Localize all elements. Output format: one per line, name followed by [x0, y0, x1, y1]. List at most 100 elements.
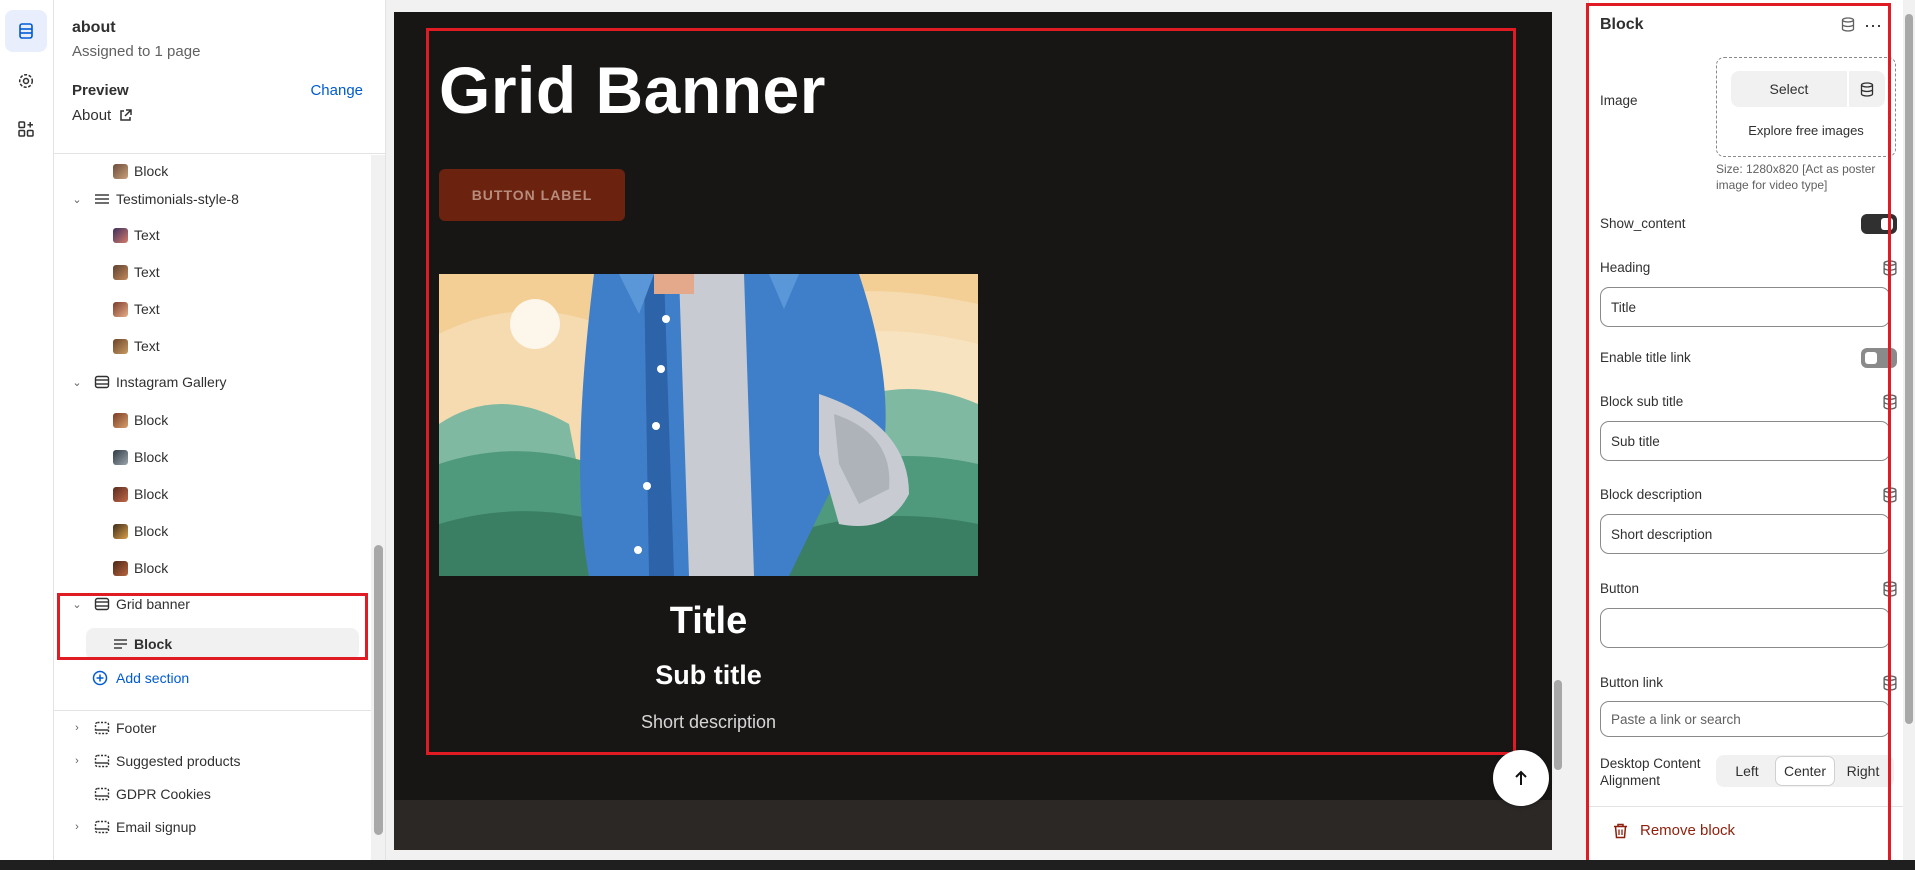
sidebar-scroll-thumb[interactable]: [374, 545, 383, 835]
sections-sidebar: about Assigned to 1 page Preview Change …: [54, 0, 386, 860]
button-link-label: Button link: [1600, 675, 1664, 690]
preview-scrollbar[interactable]: [1552, 12, 1564, 850]
store-preview-frame: Grid Banner BUTTON LABEL Title Sub title…: [394, 12, 1558, 850]
chevron-down-icon[interactable]: ⌄: [70, 375, 84, 389]
tree-item-text[interactable]: Text: [54, 256, 371, 288]
banner-illustration: [439, 274, 978, 576]
chevron-down-icon[interactable]: ⌄: [70, 192, 84, 206]
chevron-down-icon[interactable]: ⌄: [70, 597, 84, 611]
button-label: Button: [1600, 581, 1640, 596]
alignment-segmented-control: Left Center Right: [1716, 755, 1894, 787]
panel-scroll-thumb[interactable]: [1905, 14, 1913, 724]
section-icon: [94, 191, 110, 207]
more-options-icon[interactable]: ⋯: [1864, 16, 1883, 37]
preview-page-link[interactable]: About: [72, 107, 385, 124]
apps-icon: [18, 121, 34, 137]
align-left-option[interactable]: Left: [1718, 757, 1776, 785]
tree-item-block[interactable]: Block: [54, 552, 371, 584]
assigned-pages: Assigned to 1 page: [72, 43, 201, 60]
tree-section-suggested-products[interactable]: › Suggested products: [54, 745, 371, 777]
card-title: Title: [669, 600, 748, 642]
heading-label: Heading: [1600, 260, 1651, 275]
database-icon[interactable]: [1882, 394, 1898, 410]
preview-canvas: Grid Banner BUTTON LABEL Title Sub title…: [386, 0, 1578, 860]
section-icon: [94, 720, 110, 736]
heading-input[interactable]: Title: [1600, 287, 1890, 327]
show-content-label: Show_content: [1600, 216, 1686, 231]
block-thumbnail: [112, 449, 128, 465]
enable-title-link-toggle[interactable]: [1861, 348, 1897, 368]
tree-section-instagram-gallery[interactable]: ⌄ Instagram Gallery: [54, 366, 371, 398]
text-block-icon: [112, 636, 128, 652]
trash-icon: [1614, 823, 1627, 838]
database-icon[interactable]: [1882, 675, 1898, 691]
block-thumbnail: [112, 523, 128, 539]
icon-rail: [0, 0, 54, 860]
illustration-image: [439, 274, 978, 576]
image-picker: Select Explore free images: [1716, 57, 1896, 157]
banner-button[interactable]: BUTTON LABEL: [439, 169, 625, 221]
scroll-to-top-button[interactable]: [1493, 750, 1549, 806]
change-preview-link[interactable]: Change: [310, 82, 363, 99]
add-section-button[interactable]: Add section: [54, 662, 371, 694]
tree-item-block[interactable]: Block: [54, 404, 371, 436]
section-tree: Block ⌄ Testimonials-style-8 Text Text T…: [54, 155, 371, 695]
text-thumbnail: [112, 301, 128, 317]
tree-item-text[interactable]: Text: [54, 219, 371, 251]
remove-block-button[interactable]: Remove block: [1613, 822, 1735, 839]
card-subtitle: Sub title: [655, 660, 762, 690]
database-icon[interactable]: [1882, 487, 1898, 503]
image-label: Image: [1600, 93, 1638, 108]
tree-item-text[interactable]: Text: [54, 330, 371, 362]
section-icon: [94, 786, 110, 802]
align-center-option[interactable]: Center: [1776, 757, 1834, 785]
panel-divider: [1589, 806, 1915, 807]
sidebar-scrollbar[interactable]: [371, 155, 385, 860]
tree-section-email-signup[interactable]: › Email signup: [54, 811, 371, 843]
section-icon: [94, 374, 110, 390]
tree-section-gdpr-cookies[interactable]: GDPR Cookies: [54, 778, 371, 810]
tree-item-block[interactable]: Block: [54, 515, 371, 547]
card-description: Short description: [640, 712, 777, 732]
chevron-right-icon[interactable]: ›: [70, 820, 84, 834]
section-icon: [94, 819, 110, 835]
chevron-right-icon[interactable]: ›: [70, 754, 84, 768]
os-taskbar-strip: [0, 860, 1915, 870]
block-thumbnail: [112, 163, 128, 179]
preview-page-name: About: [72, 107, 112, 124]
align-right-option[interactable]: Right: [1834, 757, 1892, 785]
sections-rail-button[interactable]: [5, 10, 47, 52]
tree-item-block-selected[interactable]: Block: [86, 628, 359, 660]
database-icon[interactable]: [1841, 17, 1855, 32]
theme-editor: about Assigned to 1 page Preview Change …: [0, 0, 1915, 870]
button-text-input[interactable]: [1600, 608, 1890, 648]
explore-free-images-link[interactable]: Explore free images: [1717, 123, 1895, 138]
settings-rail-button[interactable]: [5, 60, 47, 102]
database-icon[interactable]: [1882, 581, 1898, 597]
chevron-right-icon[interactable]: ›: [70, 721, 84, 735]
gear-icon: [18, 73, 34, 89]
template-name: about: [72, 19, 116, 36]
database-icon[interactable]: [1882, 260, 1898, 276]
apps-rail-button[interactable]: [5, 108, 47, 150]
tree-item-text[interactable]: Text: [54, 293, 371, 325]
select-image-button[interactable]: Select: [1731, 71, 1847, 107]
tree-item-block[interactable]: Block: [54, 441, 371, 473]
block-description-input[interactable]: Short description: [1600, 514, 1890, 554]
preview-label: Preview: [72, 82, 129, 99]
tree-section-testimonials[interactable]: ⌄ Testimonials-style-8: [54, 183, 371, 215]
preview-footer-strip: [394, 800, 1558, 850]
image-size-note: Size: 1280x820 [Act as poster image for …: [1716, 162, 1876, 192]
preview-scroll-thumb[interactable]: [1554, 680, 1562, 770]
tree-section-grid-banner[interactable]: ⌄ Grid banner: [54, 588, 371, 620]
tree-section-footer[interactable]: › Footer: [54, 712, 371, 744]
text-thumbnail: [112, 338, 128, 354]
button-link-input[interactable]: Paste a link or search: [1600, 701, 1890, 737]
panel-scrollbar[interactable]: [1903, 0, 1915, 860]
arrow-up-icon: [1515, 770, 1527, 785]
tree-item-block[interactable]: Block: [54, 478, 371, 510]
external-link-icon: [120, 109, 132, 121]
image-source-button[interactable]: [1849, 71, 1885, 107]
show-content-toggle[interactable]: [1861, 214, 1897, 234]
block-sub-title-input[interactable]: Sub title: [1600, 421, 1890, 461]
